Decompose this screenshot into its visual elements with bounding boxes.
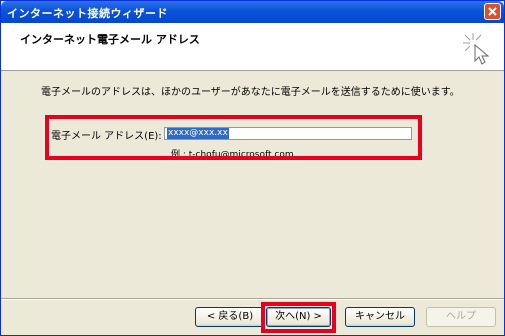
close-button[interactable]: [484, 3, 501, 20]
window-title: インターネット接続ウィザード: [7, 7, 168, 20]
wizard-sparkle-icon: [463, 33, 490, 65]
help-button[interactable]: ヘルプ: [426, 307, 496, 327]
description-text: 電子メールのアドレスは、ほかのユーザーがあなたに電子メールを送信するために使いま…: [41, 87, 460, 98]
button-separator: [1, 298, 504, 300]
back-button[interactable]: < 戻る(B): [195, 307, 265, 327]
highlight-box-next: [261, 302, 336, 333]
title-bar: インターネット接続ウィザード: [1, 1, 504, 23]
close-icon: [488, 7, 497, 16]
wizard-header: インターネット電子メール アドレス: [1, 23, 504, 71]
page-title: インターネット電子メール アドレス: [20, 33, 200, 46]
cancel-button[interactable]: キャンセル: [345, 307, 415, 327]
highlight-box-email: [45, 115, 422, 160]
wizard-window: インターネット接続ウィザード インターネット電子メール アドレス 電子メールのア…: [0, 0, 505, 336]
